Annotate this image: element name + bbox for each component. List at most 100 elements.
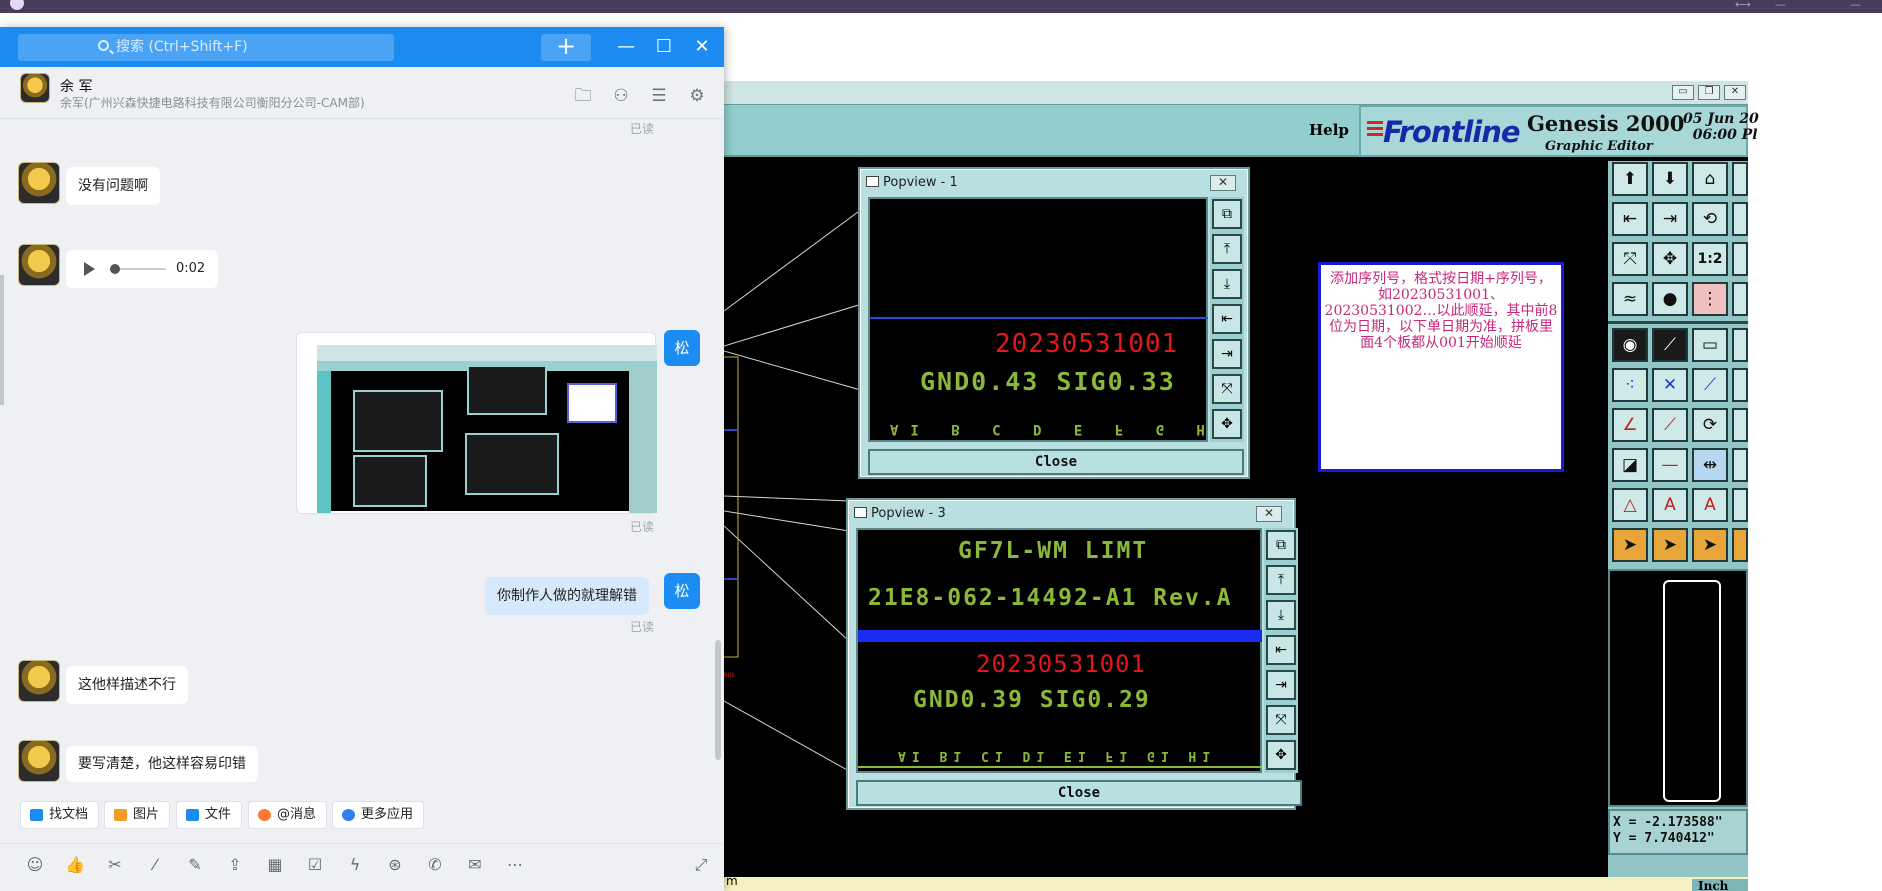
note-icon[interactable]: ✎ bbox=[184, 854, 206, 876]
pop-tool-icon[interactable]: ⇤ bbox=[1266, 635, 1296, 665]
add-button[interactable]: + bbox=[541, 34, 591, 61]
unit-button[interactable]: Inch bbox=[1692, 879, 1748, 891]
tool-icon[interactable] bbox=[1732, 282, 1748, 316]
tool-icon[interactable]: ⟋ bbox=[1652, 408, 1688, 442]
tool-icon[interactable] bbox=[1732, 242, 1748, 276]
scissors-icon[interactable]: ✂ bbox=[104, 854, 126, 876]
tool-icon[interactable]: ◉ bbox=[1612, 328, 1648, 362]
pop-tool-icon[interactable]: ⤒ bbox=[1212, 234, 1242, 264]
thumbs-up-icon[interactable]: 👍 bbox=[64, 854, 86, 876]
tool-icon[interactable] bbox=[1732, 528, 1748, 562]
message-bubble[interactable]: 要写清楚，他这样容易印错 bbox=[66, 746, 258, 782]
play-icon[interactable] bbox=[84, 262, 95, 276]
popview-3-close-x[interactable]: ✕ bbox=[1256, 506, 1282, 522]
add-member-icon[interactable]: ⚇ bbox=[610, 85, 632, 107]
minimize-button[interactable]: — bbox=[614, 35, 638, 59]
tool-icon[interactable]: ∠ bbox=[1612, 408, 1648, 442]
more-icon[interactable]: ⋯ bbox=[504, 854, 526, 876]
tool-icon[interactable]: ⇥ bbox=[1652, 202, 1688, 236]
avatar[interactable] bbox=[18, 740, 60, 782]
pop-tool-icon[interactable]: ⤧ bbox=[1266, 705, 1296, 735]
message-bubble[interactable]: 没有问题啊 bbox=[66, 167, 160, 205]
tool-icon[interactable]: ⟋ bbox=[1652, 328, 1688, 362]
tool-icon[interactable]: △ bbox=[1612, 488, 1648, 522]
call-icon[interactable]: ✆ bbox=[424, 854, 446, 876]
tool-icon[interactable]: ⁖ bbox=[1612, 368, 1648, 402]
home-icon[interactable]: ⌂ bbox=[1692, 162, 1728, 196]
tool-icon[interactable] bbox=[1732, 328, 1748, 362]
expand-icon[interactable]: ⤢ bbox=[690, 854, 712, 876]
scrollbar[interactable] bbox=[715, 640, 721, 760]
more-apps-button[interactable]: 更多应用 bbox=[332, 801, 425, 829]
my-avatar[interactable]: 松 bbox=[664, 573, 700, 609]
pop-tool-icon[interactable]: ⧉ bbox=[1266, 530, 1296, 560]
popview-3-close-button[interactable]: Close bbox=[856, 780, 1302, 806]
scrollbar[interactable] bbox=[0, 275, 4, 405]
avatar[interactable] bbox=[18, 244, 60, 286]
tool-icon[interactable] bbox=[1732, 368, 1748, 402]
pop-tool-icon[interactable]: ⇥ bbox=[1212, 339, 1242, 369]
tool-icon[interactable] bbox=[1732, 202, 1748, 236]
checkbox-icon[interactable]: ☑ bbox=[304, 854, 326, 876]
emoji-icon[interactable]: ☺ bbox=[24, 854, 46, 876]
avatar[interactable] bbox=[18, 660, 60, 702]
voice-message[interactable]: 0:02 bbox=[66, 250, 218, 288]
tool-icon[interactable]: ◪ bbox=[1612, 448, 1648, 482]
tool-icon[interactable]: ⋮ bbox=[1692, 282, 1728, 316]
tool-icon[interactable]: ⟳ bbox=[1692, 408, 1728, 442]
mail-icon[interactable]: ✉ bbox=[464, 854, 486, 876]
pointer-icon[interactable]: ➤ bbox=[1692, 528, 1728, 562]
tool-icon[interactable]: A bbox=[1652, 488, 1688, 522]
avatar[interactable] bbox=[18, 162, 60, 204]
zoom-fit-icon[interactable]: ⤧ bbox=[1612, 242, 1648, 276]
tool-icon[interactable]: ≈ bbox=[1612, 282, 1648, 316]
tool-icon[interactable]: ⇤ bbox=[1612, 202, 1648, 236]
file-button[interactable]: 文件 bbox=[176, 801, 243, 829]
tool-icon[interactable] bbox=[1732, 408, 1748, 442]
tool-icon[interactable]: ⬆ bbox=[1612, 162, 1648, 196]
pop-tool-icon[interactable]: ⤧ bbox=[1212, 374, 1242, 404]
tool-icon[interactable]: ● bbox=[1652, 282, 1688, 316]
undo-icon[interactable]: ⟲ bbox=[1692, 202, 1728, 236]
pop-tool-icon[interactable]: ⇥ bbox=[1266, 670, 1296, 700]
image-button[interactable]: 图片 bbox=[104, 801, 171, 829]
settings-icon[interactable]: ⚙ bbox=[686, 85, 708, 107]
close-button[interactable]: ✕ bbox=[690, 35, 714, 59]
tool-icon[interactable]: — bbox=[1652, 448, 1688, 482]
tool-icon[interactable]: ⟋ bbox=[1692, 368, 1728, 402]
pop-tool-icon[interactable]: ⤓ bbox=[1266, 600, 1296, 630]
message-bubble[interactable]: 你制作人做的就理解错 bbox=[485, 577, 649, 615]
popview-1-close-button[interactable]: Close bbox=[868, 449, 1244, 475]
pointer-icon[interactable]: ➤ bbox=[1652, 528, 1688, 562]
message-bubble[interactable]: 这他样描述不行 bbox=[66, 666, 188, 704]
window-control-icon[interactable]: — bbox=[1775, 0, 1786, 11]
tool-icon[interactable]: ✕ bbox=[1652, 368, 1688, 402]
pop-tool-icon[interactable]: ⇤ bbox=[1212, 304, 1242, 334]
voice-progress-knob[interactable] bbox=[110, 264, 120, 274]
folder-icon[interactable]: 🗀 bbox=[572, 85, 594, 107]
window-control-icon[interactable]: ⟷ bbox=[1735, 0, 1751, 11]
popview-1[interactable]: Popview - 1 ✕ 20230531001 GND0.43 SIG0.3… bbox=[858, 167, 1250, 479]
tool-icon[interactable] bbox=[1732, 488, 1748, 522]
search-history-icon[interactable]: ☰ bbox=[648, 85, 670, 107]
pan-icon[interactable]: ✥ bbox=[1652, 242, 1688, 276]
window-control-icon[interactable]: — bbox=[1850, 0, 1861, 11]
remote-icon[interactable]: ⊛ bbox=[384, 854, 406, 876]
ruler-icon[interactable]: ▭ bbox=[1692, 328, 1728, 362]
pop-tool-icon[interactable]: ⤓ bbox=[1212, 269, 1242, 299]
pop-tool-icon[interactable]: ✥ bbox=[1212, 409, 1242, 439]
pointer-icon[interactable]: ➤ bbox=[1612, 528, 1648, 562]
lightning-icon[interactable]: ϟ bbox=[344, 854, 366, 876]
find-doc-button[interactable]: 找文档 bbox=[20, 801, 100, 829]
tool-icon[interactable]: ⇹ bbox=[1692, 448, 1728, 482]
image-message[interactable] bbox=[296, 332, 657, 514]
mention-button[interactable]: @消息 bbox=[248, 801, 328, 829]
tool-icon[interactable]: ⬇ bbox=[1652, 162, 1688, 196]
slash-command-icon[interactable]: ⁄ bbox=[144, 854, 166, 876]
avatar[interactable] bbox=[20, 73, 50, 103]
popview-1-close-x[interactable]: ✕ bbox=[1210, 175, 1236, 191]
pop-tool-icon[interactable]: ⧉ bbox=[1212, 199, 1242, 229]
upload-icon[interactable]: ⇪ bbox=[224, 854, 246, 876]
maximize-button[interactable]: ☐ bbox=[652, 35, 676, 59]
search-input[interactable]: 搜索 (Ctrl+Shift+F) bbox=[18, 34, 394, 61]
